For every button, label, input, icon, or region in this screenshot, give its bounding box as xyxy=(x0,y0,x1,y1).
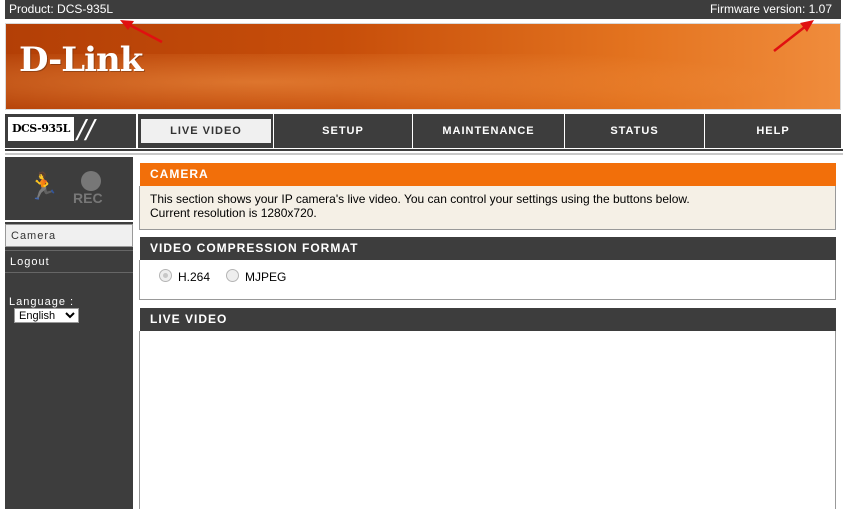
running-figures-icon: 🏃 xyxy=(27,171,60,201)
product-label: Product: DCS-935L xyxy=(9,2,114,16)
record-dot-icon xyxy=(81,171,101,191)
language-select[interactable]: English xyxy=(14,308,79,323)
radio-option-h264[interactable]: H.264 xyxy=(159,269,211,284)
radio-mjpeg-label: MJPEG xyxy=(245,270,287,284)
camera-description: This section shows your IP camera's live… xyxy=(150,192,690,206)
rec-label: REC xyxy=(73,190,103,206)
tab-help[interactable]: HELP xyxy=(704,114,841,148)
tab-live-video[interactable]: LIVE VIDEO xyxy=(137,114,274,148)
tab-help-label: HELP xyxy=(756,125,790,137)
radio-option-mjpeg[interactable]: MJPEG xyxy=(226,269,287,284)
dlink-logo: D-Link xyxy=(19,40,143,80)
tab-maintenance[interactable]: MAINTENANCE xyxy=(412,114,564,148)
sidebar-item-camera[interactable]: Camera xyxy=(5,224,133,247)
sidebar: 🏃 REC Camera Logout Language : English xyxy=(5,157,133,509)
tab-status-label: STATUS xyxy=(610,125,659,137)
language-label: Language : xyxy=(9,296,75,308)
live-video-viewport[interactable] xyxy=(139,331,836,509)
radio-h264-label: H.264 xyxy=(178,270,211,284)
main-nav: DCS-935L // LIVE VIDEO SETUP MAINTENANCE… xyxy=(5,114,841,148)
camera-resolution: Current resolution is 1280x720. xyxy=(150,206,317,220)
radio-mjpeg[interactable] xyxy=(226,269,239,283)
live-video-section-title: LIVE VIDEO xyxy=(140,308,836,331)
nav-divider-light xyxy=(5,153,843,155)
annotation-arrow-right xyxy=(773,20,814,52)
tab-setup-label: SETUP xyxy=(322,125,364,137)
tab-setup[interactable]: SETUP xyxy=(273,114,412,148)
annotation-arrow-left xyxy=(120,20,163,44)
compression-section-body: H.264 MJPEG xyxy=(139,260,836,300)
rec-logo: 🏃 REC xyxy=(5,157,133,222)
model-label: DCS-935L xyxy=(8,117,74,141)
model-badge: DCS-935L // xyxy=(5,114,138,148)
firmware-label: Firmware version: 1.07 xyxy=(709,2,832,16)
tab-status[interactable]: STATUS xyxy=(564,114,704,148)
model-slash-icon: // xyxy=(77,115,95,145)
radio-h264[interactable] xyxy=(159,269,172,283)
tab-maintenance-label: MAINTENANCE xyxy=(442,125,535,137)
compression-section-title: VIDEO COMPRESSION FORMAT xyxy=(140,237,836,260)
tab-live-video-label: LIVE VIDEO xyxy=(141,119,271,143)
nav-divider xyxy=(5,149,843,151)
camera-section-title: CAMERA xyxy=(140,163,836,186)
top-info-bar: Product: DCS-935L Firmware version: 1.07 xyxy=(5,0,841,19)
camera-section-body: This section shows your IP camera's live… xyxy=(139,186,836,230)
sidebar-item-logout[interactable]: Logout xyxy=(5,250,133,273)
